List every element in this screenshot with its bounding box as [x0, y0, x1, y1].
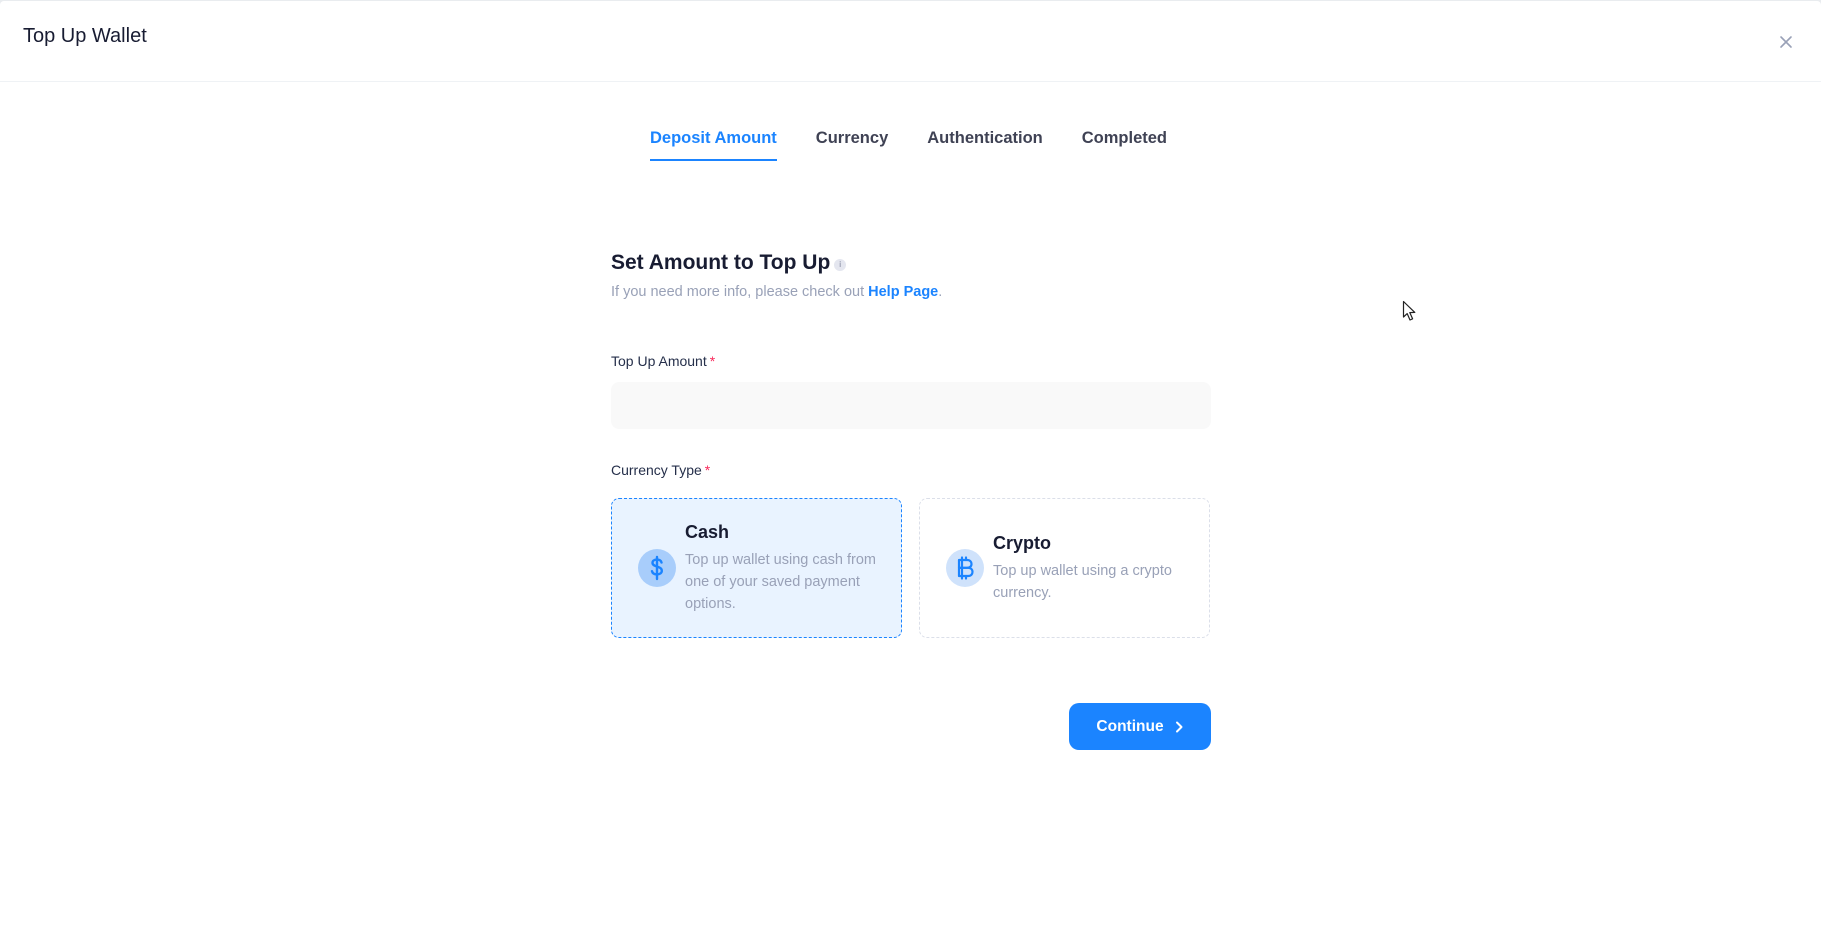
- modal-title: Top Up Wallet: [23, 25, 147, 47]
- top-up-wallet-modal: Top Up Wallet Deposit Amount Currency Au…: [0, 1, 1821, 952]
- required-marker: *: [704, 462, 711, 478]
- section-heading-text: Set Amount to Top Up: [611, 251, 831, 274]
- section-subtitle: If you need more info, please check out …: [611, 284, 1211, 300]
- mouse-cursor-icon: [1402, 300, 1416, 321]
- modal-header: Top Up Wallet: [0, 1, 1821, 82]
- cash-option-text: Cash Top up wallet using cash from one o…: [685, 522, 883, 615]
- help-page-link[interactable]: Help Page: [868, 284, 938, 300]
- step-completed[interactable]: Completed: [1082, 129, 1167, 161]
- cash-option-description: Top up wallet using cash from one of you…: [685, 551, 877, 612]
- currency-option-crypto[interactable]: Crypto Top up wallet using a crypto curr…: [919, 498, 1210, 638]
- subtitle-text: If you need more info, please check out: [611, 284, 865, 300]
- subtitle-suffix: .: [938, 284, 943, 300]
- amount-label: Top Up Amount *: [611, 353, 715, 369]
- bitcoin-icon: [946, 549, 984, 587]
- amount-input[interactable]: [611, 382, 1211, 429]
- stepper-nav: Deposit Amount Currency Authentication C…: [650, 129, 1206, 161]
- close-icon: [1780, 36, 1792, 48]
- step-authentication[interactable]: Authentication: [927, 129, 1043, 161]
- required-marker: *: [709, 353, 716, 369]
- dollar-icon: [638, 549, 676, 587]
- step-currency[interactable]: Currency: [816, 129, 888, 161]
- amount-label-text: Top Up Amount: [611, 353, 707, 369]
- crypto-option-text: Crypto Top up wallet using a crypto curr…: [993, 533, 1191, 604]
- form-content: Set Amount to Top Up i If you need more …: [611, 251, 1211, 750]
- continue-button[interactable]: Continue: [1069, 703, 1211, 750]
- currency-type-label-text: Currency Type: [611, 462, 702, 478]
- currency-type-label: Currency Type *: [611, 462, 710, 478]
- info-icon[interactable]: i: [834, 258, 847, 271]
- continue-button-label: Continue: [1096, 717, 1164, 735]
- close-button[interactable]: [1775, 31, 1797, 53]
- cash-option-title: Cash: [685, 521, 730, 542]
- crypto-option-title: Crypto: [993, 532, 1051, 553]
- currency-option-cash[interactable]: Cash Top up wallet using cash from one o…: [611, 498, 902, 638]
- step-deposit-amount[interactable]: Deposit Amount: [650, 129, 777, 161]
- section-heading: Set Amount to Top Up i: [611, 251, 1211, 275]
- arrow-right-icon: [1175, 721, 1183, 732]
- crypto-option-description: Top up wallet using a crypto currency.: [993, 562, 1172, 601]
